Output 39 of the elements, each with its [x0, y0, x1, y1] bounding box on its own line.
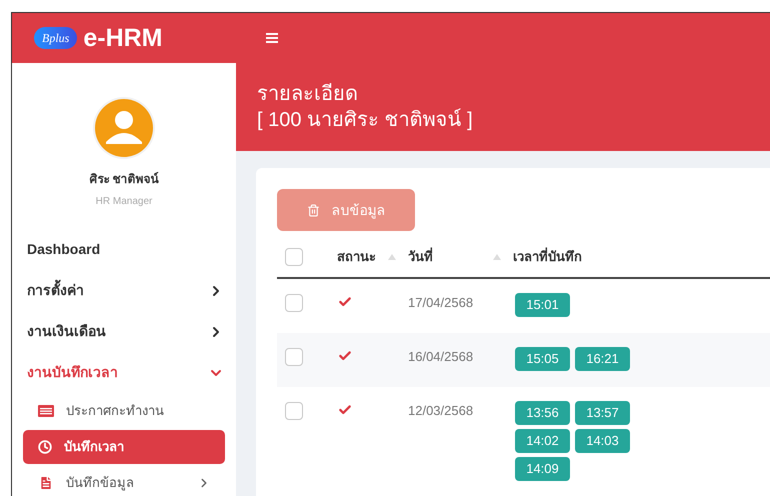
menu-icon[interactable]	[266, 33, 278, 43]
menu-item[interactable]: งานเงินเดือน	[12, 311, 236, 352]
sort-icon[interactable]	[388, 254, 396, 260]
clock-icon	[38, 440, 52, 454]
checkbox[interactable]	[285, 248, 303, 266]
menu-item[interactable]: งานบันทึกเวลา	[12, 352, 236, 393]
checkbox[interactable]	[285, 294, 303, 312]
column-header[interactable]: เวลาที่บันทึก	[513, 247, 582, 267]
submenu-item[interactable]: ประกาศกะทำงาน	[23, 394, 225, 428]
time-badge: 16:21	[575, 347, 630, 371]
time-badge: 15:05	[515, 347, 570, 371]
time-badge: 14:02	[515, 429, 570, 453]
file-icon	[38, 475, 54, 491]
submenu-item[interactable]: บันทึกข้อมูล	[23, 466, 225, 496]
time-badge: 13:57	[575, 401, 630, 425]
column-header[interactable]: สถานะ	[337, 247, 376, 267]
time-badge: 14:09	[515, 457, 570, 481]
sort-icon[interactable]	[493, 254, 501, 260]
page-title: รายละเอียด	[257, 82, 359, 107]
checkbox[interactable]	[285, 348, 303, 366]
user-role: HR Manager	[96, 195, 152, 209]
user-name: ศิระ ชาติพจน์	[89, 171, 159, 188]
date-cell-text: 12/03/2568	[408, 402, 474, 420]
list-icon	[38, 405, 54, 417]
menu-item[interactable]: Dashboard	[12, 229, 236, 270]
avatar-icon	[92, 96, 156, 160]
time-badge: 15:01	[515, 293, 570, 317]
submenu-item[interactable]: บันทึกเวลา	[23, 430, 225, 464]
column-header[interactable]: วันที่	[408, 247, 433, 267]
trash-icon	[306, 204, 320, 216]
page-subtitle: [ 100 นายศิระ ชาติพจน์ ]	[257, 108, 474, 133]
logo: Bplus	[34, 27, 78, 49]
time-badge: 13:56	[515, 401, 570, 425]
checkbox[interactable]	[285, 402, 303, 420]
menu-item[interactable]: การตั้งค่า	[12, 270, 236, 311]
date-cell-text: 16/04/2568	[408, 348, 474, 366]
app-title: e-HRM	[83, 26, 163, 50]
time-badge: 14:03	[575, 429, 630, 453]
date-cell-text: 17/04/2568	[408, 294, 474, 312]
